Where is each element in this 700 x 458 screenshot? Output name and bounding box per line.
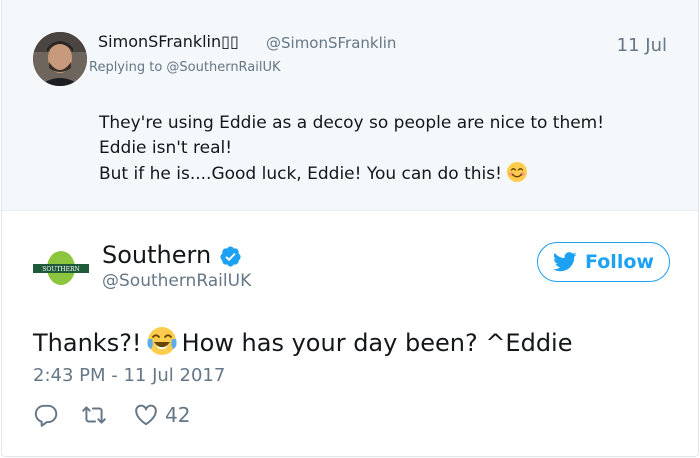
tweet-actions: 42 xyxy=(33,400,190,430)
parent-avatar[interactable] xyxy=(33,32,87,86)
tweet-text-part: How has your day been? ^Eddie xyxy=(181,329,573,357)
follow-button[interactable]: Follow xyxy=(537,242,670,282)
retweet-icon xyxy=(82,406,106,424)
heart-icon xyxy=(135,404,157,426)
verified-badge-icon xyxy=(220,246,241,267)
retweet-button[interactable] xyxy=(81,402,107,428)
smiling-face-icon xyxy=(506,162,527,182)
parent-handle[interactable]: @SimonSFranklin xyxy=(266,34,396,52)
parent-timestamp[interactable]: 11 Jul xyxy=(617,35,667,56)
tweet-text: Thanks?! How has your day been? ^Eddie xyxy=(33,325,573,357)
author-display-name[interactable]: Southern xyxy=(102,241,211,269)
tweet-text-part: Thanks?! xyxy=(33,329,142,357)
replying-to[interactable]: Replying to @SouthernRailUK xyxy=(89,60,281,75)
like-button[interactable]: 42 xyxy=(133,402,190,428)
parent-tweet-text: They're using Eddie as a decoy so people… xyxy=(99,111,679,187)
southern-avatar[interactable]: SOUTHERN xyxy=(33,250,89,286)
southern-logo-text: SOUTHERN xyxy=(42,266,79,273)
reply-icon xyxy=(34,404,58,427)
like-count: 42 xyxy=(165,403,191,427)
twitter-bird-icon xyxy=(553,252,577,272)
parent-text-line: Eddie isn't real! xyxy=(99,138,233,158)
parent-text-line: They're using Eddie as a decoy so people… xyxy=(99,113,605,133)
tweet-timestamp[interactable]: 2:43 PM - 11 Jul 2017 xyxy=(33,365,225,386)
reply-button[interactable] xyxy=(33,402,59,428)
parent-tweet[interactable]: SimonSFranklin▯▯ @SimonSFranklin 11 Jul … xyxy=(2,0,698,211)
parent-display-name[interactable]: SimonSFranklin▯▯ xyxy=(98,32,239,51)
parent-text-line: But if he is....Good luck, Eddie! You ca… xyxy=(99,164,502,184)
face-with-tears-of-joy-icon xyxy=(146,327,177,355)
author-handle[interactable]: @SouthernRailUK xyxy=(102,271,251,291)
tweet-embed-card: SimonSFranklin▯▯ @SimonSFranklin 11 Jul … xyxy=(1,0,699,457)
follow-button-label: Follow xyxy=(585,251,654,273)
parent-text-line-last: But if he is....Good luck, Eddie! You ca… xyxy=(99,161,679,187)
